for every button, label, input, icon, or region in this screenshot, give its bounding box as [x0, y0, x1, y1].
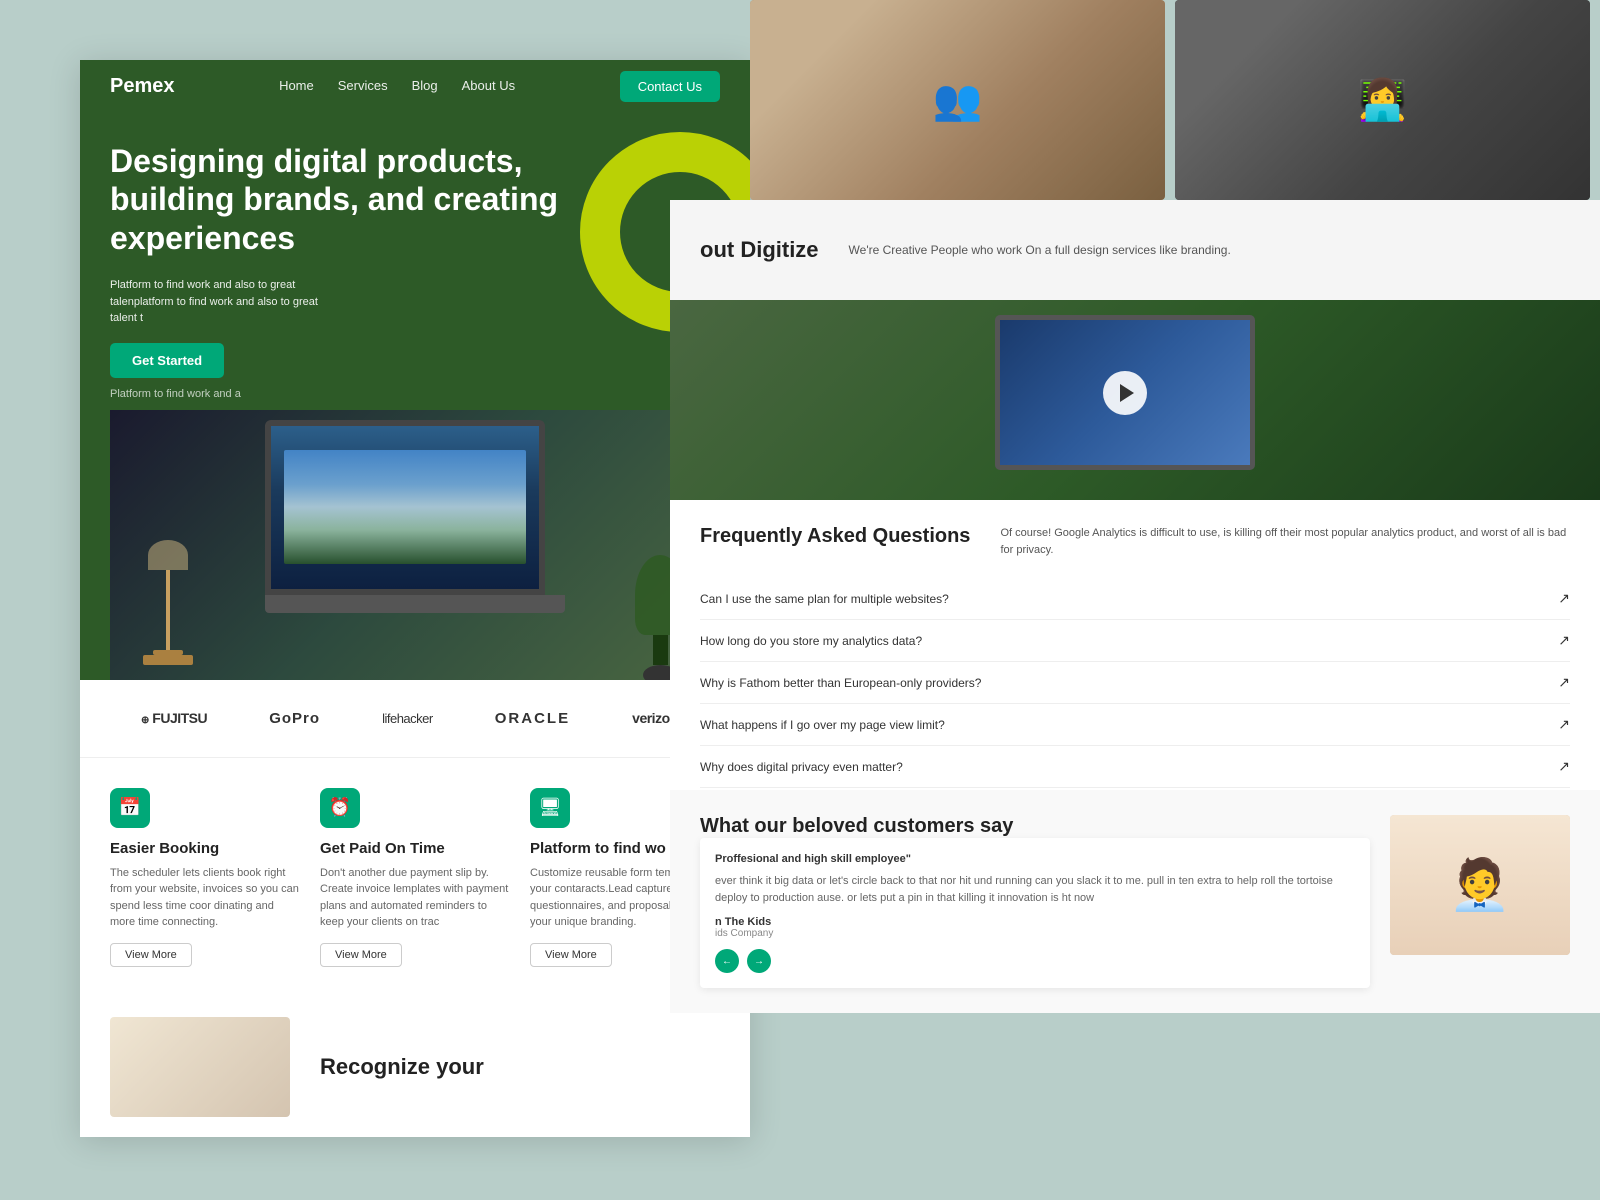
feature-card-payment: ⏰ Get Paid On Time Don't another due pay… — [320, 788, 510, 967]
faq-question-1: Can I use the same plan for multiple web… — [700, 592, 949, 606]
payment-icon: ⏰ — [320, 788, 360, 828]
faq-arrow-5: ↗ — [1558, 758, 1570, 775]
testimonial-badge: Proffesional and high skill employee" — [715, 853, 1355, 865]
nav-links: Home Services Blog About Us — [279, 77, 515, 95]
faq-question-5: Why does digital privacy even matter? — [700, 760, 903, 774]
people-scene-2 — [1175, 0, 1590, 200]
brand-gopro: GoPro — [269, 710, 320, 727]
recognize-title: Recognize your — [320, 1054, 484, 1080]
faq-item-1[interactable]: Can I use the same plan for multiple web… — [700, 578, 1570, 620]
brand-oracle: ORACLE — [495, 710, 570, 727]
testimonial-next-button[interactable]: → — [747, 949, 771, 973]
nav-about[interactable]: About Us — [462, 78, 515, 93]
video-section — [670, 300, 1600, 500]
faq-arrow-2: ↗ — [1558, 632, 1570, 649]
feature-desc-booking: The scheduler lets clients book right fr… — [110, 865, 300, 931]
faq-title: Frequently Asked Questions — [700, 525, 970, 558]
booking-icon: 📅 — [110, 788, 150, 828]
laptop-mockup — [265, 420, 565, 640]
top-image-1 — [750, 0, 1165, 200]
about-title: out Digitize — [700, 237, 819, 263]
laptop-screen — [265, 420, 545, 595]
testimonials-left: What our beloved customers say Proffesio… — [700, 815, 1370, 988]
brand-lifehacker: lifehacker — [382, 711, 433, 726]
features-section: 📅 Easier Booking The scheduler lets clie… — [80, 758, 750, 997]
testimonial-navigation: ← → — [715, 949, 1355, 973]
nav-home[interactable]: Home — [279, 78, 314, 93]
faq-arrow-4: ↗ — [1558, 716, 1570, 733]
screen-landscape — [284, 450, 525, 564]
feature-title-payment: Get Paid On Time — [320, 840, 510, 857]
feature-card-booking: 📅 Easier Booking The scheduler lets clie… — [110, 788, 300, 967]
platform-icon: 🖥 — [530, 788, 570, 828]
nav-services[interactable]: Services — [338, 78, 388, 93]
faq-item-3[interactable]: Why is Fathom better than European-only … — [700, 662, 1570, 704]
faq-top: Frequently Asked Questions Of course! Go… — [700, 525, 1570, 558]
testimonial-author: n The Kids — [715, 916, 1355, 928]
navigation: Pemex Home Services Blog About Us Contac… — [80, 60, 750, 112]
recognize-section: Recognize your — [80, 997, 750, 1137]
faq-arrow-1: ↗ — [1558, 590, 1570, 607]
faq-item-2[interactable]: How long do you store my analytics data?… — [700, 620, 1570, 662]
faq-item-5[interactable]: Why does digital privacy even matter? ↗ — [700, 746, 1570, 788]
feature-title-booking: Easier Booking — [110, 840, 300, 857]
about-section: out Digitize We're Creative People who w… — [670, 200, 1600, 300]
testimonial-photo — [1390, 815, 1570, 955]
faq-description: Of course! Google Analytics is difficult… — [1000, 525, 1570, 558]
video-screen — [995, 315, 1255, 470]
people-scene-1 — [750, 0, 1165, 200]
get-started-button[interactable]: Get Started — [110, 343, 224, 378]
view-more-booking[interactable]: View More — [110, 943, 192, 967]
testimonials-section: What our beloved customers say Proffesio… — [670, 790, 1600, 1013]
main-website-panel: Pemex Home Services Blog About Us Contac… — [80, 60, 750, 1137]
brand-fujitsu: ⊕ FUJITSU — [141, 710, 207, 726]
hero-title: Designing digital products, building bra… — [110, 142, 610, 257]
person-smiling-image — [1390, 815, 1570, 955]
faq-question-3: Why is Fathom better than European-only … — [700, 676, 981, 690]
laptop-base — [265, 595, 565, 613]
hero-image — [110, 410, 720, 680]
site-logo: Pemex — [110, 75, 175, 98]
lamp-decoration — [140, 540, 195, 670]
hero-description: Platform to find work and also to great … — [110, 277, 330, 327]
recognize-image — [110, 1017, 290, 1117]
testimonial-card: Proffesional and high skill employee" ev… — [700, 838, 1370, 988]
faq-question-2: How long do you store my analytics data? — [700, 634, 922, 648]
hero-subtext: Platform to find work and a — [110, 388, 720, 400]
top-image-2 — [1175, 0, 1590, 200]
nav-blog[interactable]: Blog — [412, 78, 438, 93]
top-right-images — [740, 0, 1600, 200]
feature-desc-payment: Don't another due payment slip by. Creat… — [320, 865, 510, 931]
faq-arrow-3: ↗ — [1558, 674, 1570, 691]
faq-question-4: What happens if I go over my page view l… — [700, 718, 945, 732]
hero-section: Designing digital products, building bra… — [80, 112, 750, 680]
testimonial-prev-button[interactable]: ← — [715, 949, 739, 973]
faq-item-4[interactable]: What happens if I go over my page view l… — [700, 704, 1570, 746]
play-triangle-icon — [1120, 384, 1134, 402]
testimonial-company: ids Company — [715, 928, 1355, 939]
testimonial-text: ever think it big data or let's circle b… — [715, 873, 1355, 906]
play-button[interactable] — [1103, 371, 1147, 415]
brands-section: ⊕ FUJITSU GoPro lifehacker ORACLE verizo… — [80, 680, 750, 758]
testimonials-title: What our beloved customers say — [700, 815, 1370, 838]
laptop-screen-inner — [271, 426, 539, 589]
view-more-payment[interactable]: View More — [320, 943, 402, 967]
view-more-platform[interactable]: View More — [530, 943, 612, 967]
video-laptop — [995, 315, 1275, 485]
about-description: We're Creative People who work On a full… — [849, 241, 1231, 259]
right-panel: out Digitize We're Creative People who w… — [670, 0, 1600, 1200]
faq-section: Frequently Asked Questions Of course! Go… — [670, 500, 1600, 813]
